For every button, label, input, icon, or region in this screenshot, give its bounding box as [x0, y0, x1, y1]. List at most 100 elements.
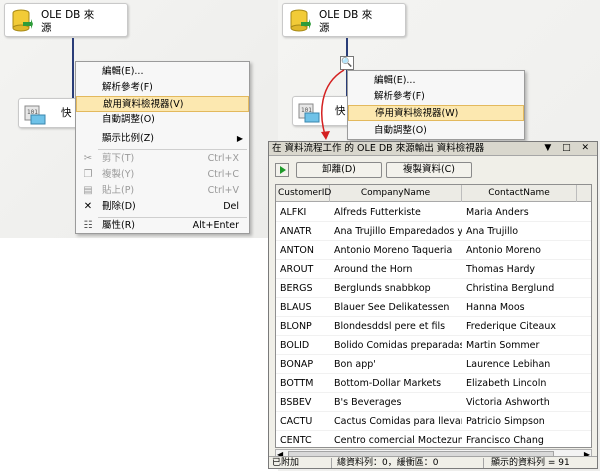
submenu-arrow-icon: ▶: [236, 134, 243, 143]
menu-item-cut[interactable]: ✂ 剪下(T) Ctrl+X: [76, 151, 249, 167]
database-icon: [290, 9, 311, 32]
cell-contactname: Antonio Moreno: [466, 245, 541, 256]
cell-companyname: Blondesddsl pere et fils: [334, 321, 446, 332]
column-header-customerid[interactable]: CustomerID: [278, 185, 331, 202]
ole-db-source-task[interactable]: OLE DB 來 源: [4, 3, 128, 37]
cell-contactname: Thomas Hardy: [466, 264, 536, 275]
table-row[interactable]: BERGS Berglunds snabbkop Christina Berglun…: [276, 279, 591, 298]
cell-companyname: Berglunds snabbkop: [334, 283, 431, 294]
menu-item-edit[interactable]: 編輯(E)...: [348, 73, 524, 89]
menu-item-edit[interactable]: 編輯(E)...: [76, 64, 249, 80]
cell-customerid: BOTTM: [280, 378, 314, 389]
table-row[interactable]: CACTU Cactus Comidas para llevar Patricio …: [276, 412, 591, 431]
cell-companyname: Ana Trujillo Emparedados y ...: [334, 226, 462, 237]
cell-companyname: Bon app': [334, 359, 376, 370]
table-row[interactable]: BOLID Bolido Comidas preparadas Martin Som…: [276, 336, 591, 355]
table-row[interactable]: AROUT Around the Horn Thomas Hardy: [276, 260, 591, 279]
cell-customerid: ANTON: [280, 245, 314, 256]
menu-item-enable-data-viewer[interactable]: 啟用資料檢視器(V): [76, 96, 249, 112]
table-row[interactable]: BSBEV B's Beverages Victoria Ashworth: [276, 393, 591, 412]
ole-db-source-task-right[interactable]: OLE DB 來 源: [282, 3, 406, 37]
cell-contactname: Francisco Chang: [466, 435, 544, 446]
data-viewer-window: 在 資料流程工作 的 OLE DB 來源輸出 資料檢視器 ▼ □ ✕ 卸離(D)…: [268, 141, 598, 469]
destination-task-title: 快: [61, 107, 72, 119]
cell-customerid: CACTU: [280, 416, 313, 427]
table-row[interactable]: BLONP Blondesddsl pere et fils Frederique …: [276, 317, 591, 336]
context-menu-right: 編輯(E)... 解析參考(F) 停用資料檢視器(W) 自動調整(O): [347, 70, 525, 140]
grid-header: CustomerID CompanyName ContactName: [276, 185, 591, 202]
cell-customerid: BSBEV: [280, 397, 312, 408]
status-displayed: 顯示的資料列 = 91: [491, 458, 570, 468]
viewer-title: 在 資料流程工作 的 OLE DB 來源輸出 資料檢視器: [272, 143, 485, 154]
cell-customerid: CENTC: [280, 435, 312, 446]
cell-customerid: ANATR: [280, 226, 312, 237]
copy-data-button[interactable]: 複製資料(C): [386, 162, 472, 178]
column-header-contactname[interactable]: ContactName: [462, 185, 577, 202]
detach-button[interactable]: 卸離(D): [296, 162, 382, 178]
menu-item-delete[interactable]: ✕ 刪除(D) Del: [76, 199, 249, 215]
menu-item-autosize[interactable]: 自動調整(O): [348, 123, 524, 139]
table-row[interactable]: BLAUS Blauer See Delikatessen Hanna Moos: [276, 298, 591, 317]
source-task-subtitle: 源: [319, 22, 330, 34]
cell-contactname: Patricio Simpson: [466, 416, 545, 427]
menu-item-resolve-references[interactable]: 解析參考(F): [348, 89, 524, 105]
cell-contactname: Maria Anders: [466, 207, 529, 218]
play-icon[interactable]: [275, 163, 289, 177]
window-controls[interactable]: ▼ □ ✕: [544, 142, 593, 155]
cell-customerid: ALFKI: [280, 207, 307, 218]
menu-item-resolve-references[interactable]: 解析參考(F): [76, 80, 249, 96]
source-task-title: OLE DB 來: [41, 9, 95, 21]
menu-item-properties[interactable]: ☷ 屬性(R) Alt+Enter: [76, 218, 249, 234]
cell-contactname: Christina Berglund: [466, 283, 555, 294]
cell-contactname: Hanna Moos: [466, 302, 525, 313]
context-menu-left: 編輯(E)... 解析參考(F) 啟用資料檢視器(V) 自動調整(O) 顯示比例…: [75, 61, 250, 234]
callout-arrow: [321, 69, 345, 140]
menu-item-copy[interactable]: ❐ 複製(Y) Ctrl+C: [76, 167, 249, 183]
column-header-companyname[interactable]: CompanyName: [330, 185, 462, 202]
menu-item-zoom[interactable]: 顯示比例(Z) ▶: [76, 131, 249, 147]
table-row[interactable]: ALFKI Alfreds Futterkiste Maria Anders: [276, 203, 591, 222]
data-path-connector[interactable]: [72, 38, 74, 98]
cell-companyname: Bottom-Dollar Markets: [334, 378, 442, 389]
cell-customerid: BOLID: [280, 340, 310, 351]
menu-item-autosize[interactable]: 自動調整(O): [76, 112, 249, 128]
cell-customerid: BLONP: [280, 321, 312, 332]
cell-contactname: Victoria Ashworth: [466, 397, 550, 408]
file-destination-icon: 101: [24, 105, 46, 125]
cell-contactname: Elizabeth Lincoln: [466, 378, 547, 389]
status-bar: 已附加 總資料列：0，緩衝區：0 顯示的資料列 = 91: [269, 456, 597, 468]
menu-item-disable-data-viewer[interactable]: 停用資料檢視器(W): [348, 105, 524, 121]
cell-companyname: Around the Horn: [334, 264, 413, 275]
cell-customerid: BLAUS: [280, 302, 312, 313]
paste-icon: ▤: [83, 185, 93, 196]
table-row[interactable]: CENTC Centro comercial Moctezuma Francisco…: [276, 431, 591, 447]
source-task-subtitle: 源: [41, 22, 52, 34]
cell-companyname: Alfreds Futterkiste: [334, 207, 421, 218]
cell-companyname: Antonio Moreno Taqueria: [334, 245, 453, 256]
data-path-connector[interactable]: [346, 38, 348, 56]
properties-icon: ☷: [83, 220, 93, 231]
table-row[interactable]: BONAP Bon app' Laurence Lebihan: [276, 355, 591, 374]
cell-companyname: Bolido Comidas preparadas: [334, 340, 462, 351]
menu-item-paste[interactable]: ▤ 貼上(P) Ctrl+V: [76, 183, 249, 199]
cell-companyname: Blauer See Delikatessen: [334, 302, 450, 313]
cell-customerid: BONAP: [280, 359, 314, 370]
table-row[interactable]: BOTTM Bottom-Dollar Markets Elizabeth Linc…: [276, 374, 591, 393]
cell-customerid: AROUT: [280, 264, 314, 275]
menu-separator: [98, 149, 247, 150]
copy-icon: ❐: [83, 169, 93, 180]
cell-contactname: Frederique Citeaux: [466, 321, 556, 332]
cell-contactname: Laurence Lebihan: [466, 359, 551, 370]
data-grid[interactable]: CustomerID CompanyName ContactName ALFKI…: [275, 184, 592, 448]
scissors-icon: ✂: [83, 153, 93, 164]
cell-contactname: Martin Sommer: [466, 340, 540, 351]
status-attached: 已附加: [272, 458, 300, 468]
table-row[interactable]: ANTON Antonio Moreno Taqueria Antonio More…: [276, 241, 591, 260]
cell-companyname: Centro comercial Moctezuma: [334, 435, 462, 446]
cell-companyname: B's Beverages: [334, 397, 402, 408]
cell-customerid: BERGS: [280, 283, 313, 294]
table-row[interactable]: ANATR Ana Trujillo Emparedados y ... Ana T…: [276, 222, 591, 241]
cell-companyname: Cactus Comidas para llevar: [334, 416, 462, 427]
cell-contactname: Ana Trujillo: [466, 226, 519, 237]
viewer-title-bar[interactable]: 在 資料流程工作 的 OLE DB 來源輸出 資料檢視器 ▼ □ ✕: [269, 142, 597, 156]
